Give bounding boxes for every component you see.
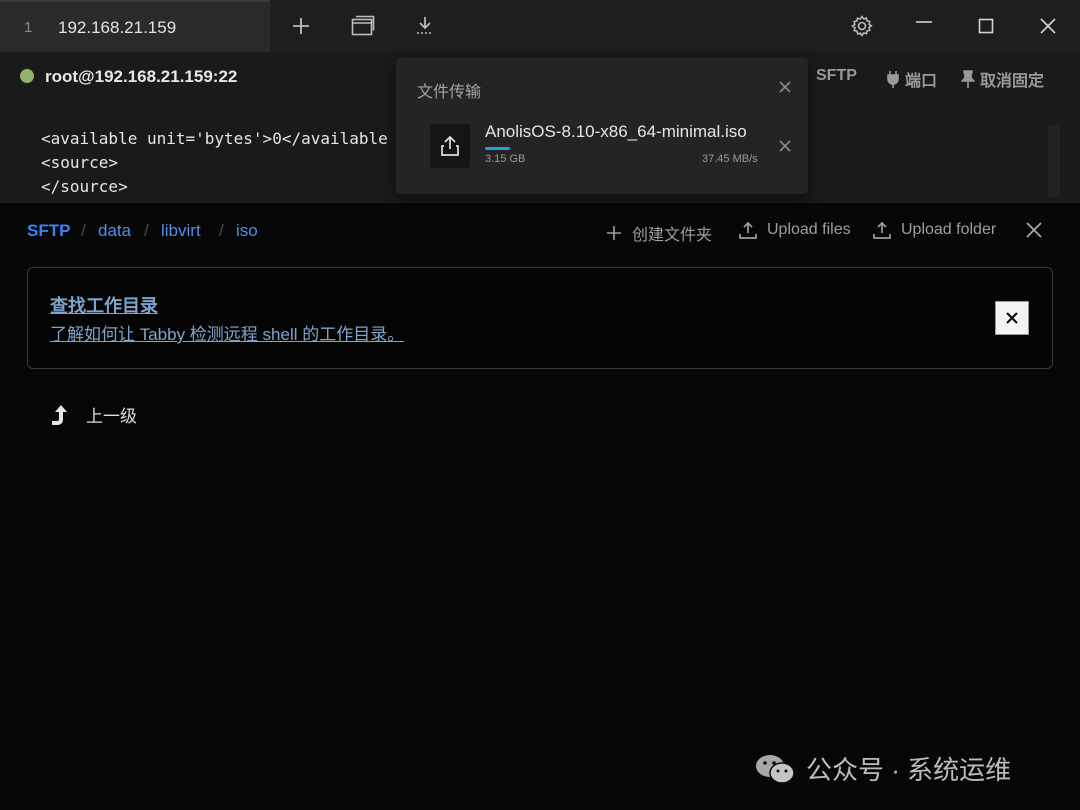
gear-icon: [851, 15, 873, 37]
terminal-scrollbar[interactable]: [1048, 125, 1060, 197]
sftp-toggle-button[interactable]: SFTP: [816, 67, 857, 85]
unpin-label: 取消固定: [980, 73, 1045, 90]
create-folder-button[interactable]: 创建文件夹: [606, 221, 712, 245]
transfer-popover: 文件传输 AnolisOS-8.10-x86_64-minimal.iso 3.…: [396, 58, 808, 194]
breadcrumb-separator: /: [219, 221, 224, 240]
breadcrumb-separator: /: [81, 221, 86, 240]
ports-button[interactable]: 端口: [886, 67, 937, 91]
windows-icon: [351, 15, 375, 36]
alert-title-link[interactable]: 查找工作目录: [50, 292, 158, 318]
profiles-button[interactable]: [346, 10, 380, 42]
close-icon: [779, 81, 791, 93]
tab-index: 1: [24, 19, 33, 36]
close-icon: [1006, 312, 1018, 324]
transfer-file-size: 3.15 GB: [485, 153, 526, 165]
terminal-line: <source>: [41, 153, 119, 172]
close-transfers-button[interactable]: [778, 80, 792, 99]
connection-status-dot: [20, 69, 34, 83]
plus-icon: [607, 226, 621, 240]
cancel-transfer-button[interactable]: [778, 139, 792, 158]
alert-description-link[interactable]: 了解如何让 Tabby 检测远程 shell 的工作目录。: [50, 320, 404, 345]
close-icon: [1040, 18, 1056, 34]
watermark: 公众号 · 系统运维: [754, 750, 1011, 787]
ports-label: 端口: [905, 73, 938, 90]
breadcrumb-data[interactable]: data: [98, 221, 131, 241]
close-icon: [1026, 222, 1042, 238]
upload-icon: [441, 135, 459, 156]
upload-folder-button[interactable]: Upload folder: [873, 221, 996, 239]
upload-icon: [873, 221, 891, 239]
breadcrumb-iso[interactable]: iso: [236, 221, 258, 241]
upload-folder-label: Upload folder: [901, 221, 997, 238]
watermark-text: 公众号 · 系统运维: [806, 755, 1012, 785]
new-tab-button[interactable]: [284, 10, 318, 42]
transfer-progress-bar: [485, 147, 765, 150]
maximize-icon: [978, 18, 994, 34]
transfer-speed: 37.45 MB/s: [702, 153, 758, 165]
level-up-icon: [52, 404, 67, 425]
parent-directory-label: 上一级: [86, 407, 137, 426]
close-window-button[interactable]: [1031, 10, 1065, 42]
close-icon: [779, 140, 791, 152]
transfer-file-name: AnolisOS-8.10-x86_64-minimal.iso: [485, 122, 747, 141]
pin-icon: [961, 70, 975, 88]
working-directory-alert: 查找工作目录 了解如何让 Tabby 检测远程 shell 的工作目录。: [27, 267, 1053, 369]
upload-files-label: Upload files: [767, 221, 851, 238]
settings-button[interactable]: [845, 10, 879, 42]
minimize-button[interactable]: [907, 10, 941, 42]
transfer-title: 文件传输: [417, 84, 482, 101]
create-folder-label: 创建文件夹: [632, 227, 713, 244]
transfer-progress-fill: [485, 147, 511, 150]
wechat-icon: [756, 754, 795, 784]
unpin-button[interactable]: 取消固定: [961, 67, 1044, 91]
plug-icon: [887, 71, 899, 88]
upload-file-icon-box: [430, 124, 470, 168]
close-sftp-button[interactable]: [1024, 220, 1044, 245]
upload-icon: [739, 221, 757, 239]
download-icon: [417, 17, 433, 34]
downloads-button[interactable]: [408, 10, 442, 42]
upload-files-button[interactable]: Upload files: [739, 221, 851, 239]
tab-session[interactable]: 1 192.168.21.159: [0, 0, 270, 52]
minimize-icon: [916, 21, 932, 23]
sftp-label: SFTP: [816, 67, 857, 84]
host-label: root@192.168.21.159:22: [45, 67, 238, 86]
breadcrumb-libvirt[interactable]: libvirt: [161, 221, 201, 241]
terminal-line: <available unit='bytes'>0</available: [41, 129, 388, 148]
breadcrumb-separator: /: [144, 221, 149, 240]
breadcrumb-sftp[interactable]: SFTP: [27, 221, 70, 241]
tab-title: 192.168.21.159: [58, 18, 177, 37]
maximize-button[interactable]: [969, 10, 1003, 42]
plus-icon: [293, 18, 309, 34]
dismiss-alert-button[interactable]: [995, 301, 1029, 335]
parent-directory-item[interactable]: 上一级: [48, 402, 137, 427]
terminal-line: </source>: [41, 177, 128, 196]
